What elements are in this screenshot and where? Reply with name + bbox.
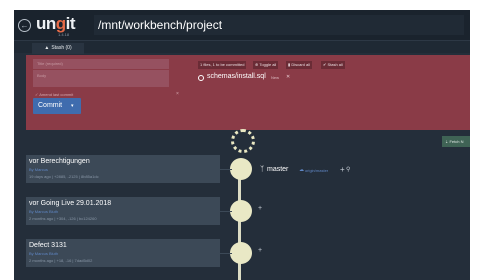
staging-panel: Title (required) Body ✓ Amend last commi… [26, 55, 470, 130]
commit-title-input[interactable]: Title (required) [33, 59, 169, 69]
stash-bar: ▲ Stash (0) [14, 40, 470, 54]
file-name[interactable]: schemas/install.sql [207, 73, 266, 80]
chevron-down-icon[interactable]: ▾ [71, 98, 74, 114]
logo-text-accent: g [55, 14, 66, 33]
add-branch-button[interactable]: + [258, 205, 262, 212]
amend-checkbox[interactable]: ✓ Amend last commit [35, 92, 73, 97]
file-status: New [271, 75, 280, 80]
add-branch-button[interactable]: + [258, 247, 262, 254]
clear-message-button[interactable]: × [176, 91, 179, 97]
commit-card[interactable]: vor Berechtigungen By Marcus 19 days ago… [26, 155, 220, 183]
checkbox-circle-icon[interactable] [198, 75, 204, 81]
node-connector [220, 253, 232, 254]
version-label: 1.4.18 [58, 32, 70, 37]
logo-text-suffix: it [65, 14, 76, 33]
ungit-logo[interactable]: ungit 1.4.18 [36, 14, 90, 38]
add-branch-button[interactable]: + [340, 165, 345, 174]
loading-spinner-icon [231, 129, 255, 153]
search-icon[interactable]: ⚲ [346, 166, 350, 173]
commit-node[interactable] [230, 242, 252, 264]
commit-card[interactable]: Defect 3131 By Marcus Bluth 2 months ago… [26, 239, 220, 267]
branch-icon: ᛉ [260, 166, 265, 173]
back-button[interactable]: ← [18, 19, 31, 32]
commit-author[interactable]: By Marcus Bluth [29, 209, 58, 214]
archive-icon: ▲ [44, 45, 50, 51]
node-connector [220, 211, 232, 212]
circle-arrow-left-icon: ← [20, 21, 29, 30]
discard-all-button[interactable]: ▮ Discard all [286, 61, 312, 69]
toggle-all-button[interactable]: ⊕ Toggle all [253, 61, 279, 69]
commit-author[interactable]: By Marcus [29, 167, 48, 172]
commit-author[interactable]: By Marcus Bluth [29, 251, 58, 256]
stash-button[interactable]: ▲ Stash (0) [32, 43, 84, 54]
stash-label: Stash (0) [51, 45, 72, 51]
commit-title: Defect 3131 [29, 242, 67, 249]
remote-branch-name[interactable]: origin/master [305, 168, 328, 173]
commit-button[interactable]: Commit ▾ [33, 98, 81, 114]
commit-meta: 2 months ago | +18, -16 | 7dad5d02 [29, 258, 93, 263]
header-bar: ← ungit 1.4.18 /mnt/workbench/project [14, 10, 470, 40]
discard-file-button[interactable]: ✕ [286, 74, 290, 80]
commit-button-label: Commit [38, 102, 63, 109]
ungit-window: ← ungit 1.4.18 /mnt/workbench/project ▲ S… [14, 10, 470, 280]
commit-card[interactable]: vor Going Live 29.01.2018 By Marcus Blut… [26, 197, 220, 225]
stash-all-button[interactable]: ✔ Stash all [321, 61, 345, 69]
fetch-button[interactable]: ⇣ Fetch N [442, 136, 470, 147]
logo-text-prefix: un [36, 14, 56, 33]
commit-title: vor Berechtigungen [29, 158, 90, 165]
cloud-branch-icon: ☁ [299, 167, 304, 173]
files-count-label: 1 files, 1 to be committed [198, 61, 247, 69]
branch-name[interactable]: master [267, 166, 288, 173]
commit-meta: 2 months ago | +304, -126 | bc124260 [29, 216, 97, 221]
commit-node[interactable] [230, 158, 252, 180]
node-connector [220, 169, 232, 170]
commit-node[interactable] [230, 200, 252, 222]
commit-title: vor Going Live 29.01.2018 [29, 200, 112, 207]
repository-path-input[interactable]: /mnt/workbench/project [94, 15, 464, 35]
commit-body-input[interactable]: Body [33, 70, 169, 87]
commit-meta: 19 days ago | +2885, -2125 | 8b85a1dc [29, 174, 99, 179]
